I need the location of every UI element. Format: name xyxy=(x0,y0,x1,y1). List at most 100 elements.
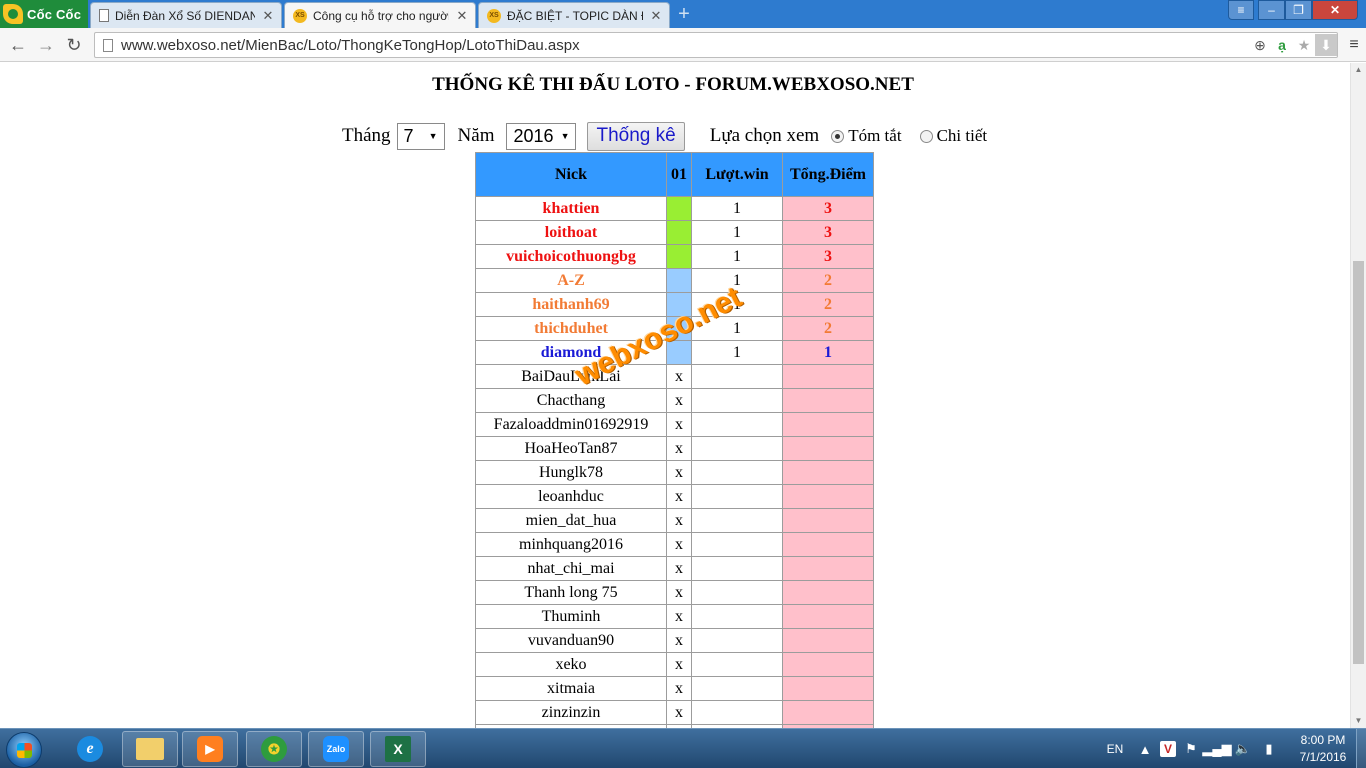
vivo-icon[interactable]: V xyxy=(1160,741,1176,757)
taskbar-excel-button[interactable]: X xyxy=(370,731,426,767)
vertical-scrollbar[interactable]: ▲ ▼ xyxy=(1350,63,1366,728)
address-toolbar: ← → ↻ www.webxoso.net/MienBac/Loto/Thong… xyxy=(0,28,1366,62)
internet-explorer-icon: e xyxy=(77,736,103,762)
url-text[interactable]: www.webxoso.net/MienBac/Loto/ThongKeTong… xyxy=(121,37,1249,54)
day-01-cell: x xyxy=(666,460,692,485)
media-player-icon: ▶ xyxy=(197,736,223,762)
forward-arrow-icon[interactable]: → xyxy=(34,33,58,57)
nick-cell: haithanh69 xyxy=(475,292,667,317)
nick-cell: nhat_chi_mai xyxy=(475,556,667,581)
table-row: BaiDauLamLai x xyxy=(475,364,874,389)
wins-cell xyxy=(691,412,783,437)
table-row: xitmaia x xyxy=(475,676,874,701)
language-indicator[interactable]: EN xyxy=(1100,742,1130,756)
back-arrow-icon[interactable]: ← xyxy=(6,33,30,57)
table-row: vuichoicothuongbg 1 3 xyxy=(475,244,874,269)
coccoc-brand-button[interactable]: Cốc Cốc xyxy=(0,0,88,28)
tab-dac-biet[interactable]: XS ĐẶC BIỆT - TOPIC DÀN Đ ✕ xyxy=(478,2,670,28)
taskbar-media-player-button[interactable]: ▶ xyxy=(182,731,238,767)
scroll-down-arrow-icon[interactable]: ▼ xyxy=(1351,714,1366,728)
wins-cell xyxy=(691,436,783,461)
download-icon[interactable]: ⬇ xyxy=(1315,34,1337,56)
close-icon[interactable]: ✕ xyxy=(649,8,663,24)
table-row: Hunglk78 x xyxy=(475,460,874,485)
network-signal-icon[interactable]: ▂▄▆ xyxy=(1202,738,1231,760)
zoom-icon[interactable]: ⊕ xyxy=(1249,34,1271,56)
day-01-cell: x xyxy=(666,556,692,581)
show-hidden-icons-icon[interactable]: ▲ xyxy=(1134,738,1156,760)
month-label: Tháng xyxy=(342,125,391,146)
tab-title: Công cụ hỗ trợ cho người xyxy=(313,8,449,23)
taskbar-internet-explorer-button[interactable]: e xyxy=(62,731,118,767)
points-cell xyxy=(782,628,874,653)
header-day-01: 01 xyxy=(666,152,692,197)
nick-cell: thichduhet xyxy=(475,316,667,341)
nick-cell: loithoat xyxy=(475,220,667,245)
points-cell xyxy=(782,652,874,677)
filter-bar: Tháng 7 ▼ Năm 2016 ▼ Thống kê Lựa chọn x… xyxy=(342,121,987,151)
points-cell xyxy=(782,388,874,413)
day-01-cell: x xyxy=(666,652,692,677)
detail-radio[interactable] xyxy=(919,129,933,143)
translate-icon[interactable]: ạ xyxy=(1271,34,1293,56)
page-title: THỐNG KÊ THI ĐẤU LOTO - FORUM.WEBXOSO.NE… xyxy=(432,74,914,95)
close-icon[interactable]: ✕ xyxy=(261,8,275,24)
year-label: Năm xyxy=(457,125,495,146)
page-viewport: THỐNG KÊ THI ĐẤU LOTO - FORUM.WEBXOSO.NE… xyxy=(0,63,1350,728)
tab-title: ĐẶC BIỆT - TOPIC DÀN Đ xyxy=(507,8,643,23)
day-01-cell xyxy=(666,220,692,245)
day-01-cell: x xyxy=(666,508,692,533)
browser-tab-bar: Cốc Cốc Diễn Đàn Xổ Số DIENDAN ✕ XS Công… xyxy=(0,0,1366,28)
table-row: nhat_chi_mai x xyxy=(475,556,874,581)
tab-cong-cu[interactable]: XS Công cụ hỗ trợ cho người ✕ xyxy=(284,2,476,28)
system-clock[interactable]: 8:00 PM 7/1/2016 xyxy=(1288,732,1358,766)
show-desktop-button[interactable] xyxy=(1356,729,1366,768)
action-center-flag-icon[interactable]: ⚑ xyxy=(1180,738,1202,760)
summary-radio[interactable] xyxy=(831,129,845,143)
dropdown-arrow-icon: ▼ xyxy=(560,131,570,141)
excel-icon: X xyxy=(385,736,411,762)
address-bar[interactable]: www.webxoso.net/MienBac/Loto/ThongKeTong… xyxy=(94,32,1338,58)
system-tray: EN ▲ V ⚑ ▂▄▆ 🔈 ▮ 8:00 PM 7/1/2016 xyxy=(1100,729,1358,768)
table-row: Fazaloaddmin01692919 x xyxy=(475,412,874,437)
volume-icon[interactable]: 🔈 xyxy=(1232,738,1254,760)
detail-radio-label[interactable]: Chi tiết xyxy=(937,126,988,146)
battery-icon[interactable]: ▮ xyxy=(1258,738,1280,760)
reload-icon[interactable]: ↻ xyxy=(62,33,86,57)
nick-cell: xeko xyxy=(475,652,667,677)
bookmark-star-icon[interactable]: ★ xyxy=(1293,34,1315,56)
month-select[interactable]: 7 ▼ xyxy=(396,122,445,150)
view-mode-label: Lựa chọn xem xyxy=(709,125,820,146)
maximize-button[interactable]: ❐ xyxy=(1285,0,1312,20)
year-select[interactable]: 2016 ▼ xyxy=(506,122,577,150)
start-button[interactable] xyxy=(6,732,42,768)
thong-ke-button[interactable]: Thống kê xyxy=(587,121,685,151)
scroll-up-arrow-icon[interactable]: ▲ xyxy=(1351,63,1366,77)
day-01-cell: x xyxy=(666,388,692,413)
new-tab-button[interactable]: + xyxy=(672,4,696,24)
close-icon[interactable]: ✕ xyxy=(455,8,469,24)
coccoc-logo-icon xyxy=(3,4,23,24)
day-01-cell xyxy=(666,196,692,221)
scrollbar-thumb[interactable] xyxy=(1353,261,1364,664)
minimize-button[interactable]: – xyxy=(1258,0,1285,20)
user-menu-icon[interactable]: ≡ xyxy=(1228,0,1254,20)
taskbar-coccoc-browser-button[interactable]: ✪ xyxy=(246,731,302,767)
nick-cell: diamond xyxy=(475,340,667,365)
nick-cell: Thanh long 75 xyxy=(475,580,667,605)
summary-radio-label[interactable]: Tóm tắt xyxy=(848,126,901,146)
close-window-button[interactable]: ✕ xyxy=(1312,0,1358,20)
taskbar-file-explorer-button[interactable] xyxy=(122,731,178,767)
browser-menu-icon[interactable]: ≡ xyxy=(1344,33,1364,57)
table-row: HoaHeoTan87 x xyxy=(475,436,874,461)
table-row: Thuminh x xyxy=(475,604,874,629)
coccoc-browser-icon: ✪ xyxy=(261,736,287,762)
taskbar-zalo-button[interactable]: Zalo xyxy=(308,731,364,767)
day-01-cell: x xyxy=(666,532,692,557)
day-01-cell: x xyxy=(666,436,692,461)
header-wins: Lượt.win xyxy=(691,152,783,197)
tab-diendan[interactable]: Diễn Đàn Xổ Số DIENDAN ✕ xyxy=(90,2,282,28)
points-cell xyxy=(782,412,874,437)
wins-cell: 1 xyxy=(691,220,783,245)
table-row: Chacthang x xyxy=(475,388,874,413)
